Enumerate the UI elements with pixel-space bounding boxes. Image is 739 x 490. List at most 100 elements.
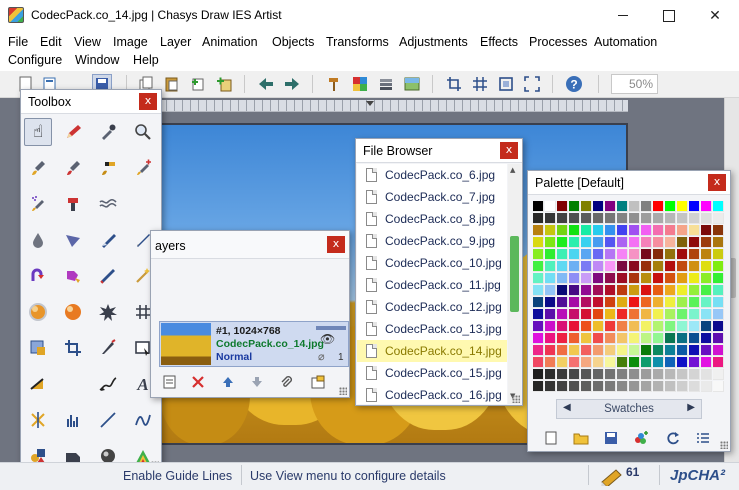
color-swatch[interactable] bbox=[581, 309, 592, 320]
color-swatch[interactable] bbox=[677, 369, 688, 380]
layers-title-bar[interactable]: ayers x bbox=[151, 231, 349, 259]
color-swatch[interactable] bbox=[617, 249, 628, 260]
menu-objects[interactable]: Objects bbox=[272, 35, 314, 49]
move-layer-up-icon[interactable] bbox=[219, 373, 237, 391]
file-list-item[interactable]: CodecPack.co_16.jpg bbox=[357, 384, 507, 404]
color-swatch[interactable] bbox=[653, 225, 664, 236]
color-swatch[interactable] bbox=[617, 273, 628, 284]
color-swatch[interactable] bbox=[593, 381, 604, 392]
spray-tool-icon[interactable] bbox=[24, 190, 52, 218]
color-swatch[interactable] bbox=[569, 237, 580, 248]
color-swatch[interactable] bbox=[701, 321, 712, 332]
color-swatch[interactable] bbox=[569, 357, 580, 368]
effects-brush-icon[interactable] bbox=[59, 154, 87, 182]
menu-adjustments[interactable]: Adjustments bbox=[399, 35, 468, 49]
gradient-tool-icon[interactable] bbox=[24, 370, 52, 398]
color-swatch[interactable] bbox=[713, 345, 724, 356]
color-swatch[interactable] bbox=[617, 297, 628, 308]
color-swatch[interactable] bbox=[605, 213, 616, 224]
color-swatch[interactable] bbox=[641, 381, 652, 392]
color-swatch[interactable] bbox=[641, 273, 652, 284]
layer-blend-mode[interactable]: Normal bbox=[216, 351, 252, 363]
color-swatch[interactable] bbox=[665, 309, 676, 320]
color-swatch[interactable] bbox=[605, 285, 616, 296]
histogram-icon[interactable] bbox=[59, 406, 87, 434]
file-list-item[interactable]: CodecPack.co_7.jpg bbox=[357, 186, 507, 208]
color-swatch[interactable] bbox=[713, 321, 724, 332]
color-swatch[interactable] bbox=[533, 249, 544, 260]
color-swatch[interactable] bbox=[569, 333, 580, 344]
color-swatch[interactable] bbox=[533, 381, 544, 392]
color-swatch[interactable] bbox=[665, 225, 676, 236]
color-swatch[interactable] bbox=[701, 357, 712, 368]
menu-help[interactable]: Help bbox=[133, 53, 159, 67]
color-swatch[interactable] bbox=[605, 333, 616, 344]
color-swatch[interactable] bbox=[629, 357, 640, 368]
color-swatch[interactable] bbox=[701, 345, 712, 356]
color-swatch[interactable] bbox=[533, 357, 544, 368]
file-browser-resize-grip[interactable] bbox=[512, 395, 520, 403]
color-swatch[interactable] bbox=[617, 333, 628, 344]
color-swatch[interactable] bbox=[581, 273, 592, 284]
color-swatch[interactable] bbox=[629, 285, 640, 296]
file-browser-close-button[interactable]: x bbox=[500, 142, 518, 159]
color-swatch[interactable] bbox=[713, 369, 724, 380]
color-swatch[interactable] bbox=[689, 333, 700, 344]
hammer-icon[interactable] bbox=[324, 74, 344, 94]
color-swatch[interactable] bbox=[533, 225, 544, 236]
menu-file[interactable]: File bbox=[8, 35, 28, 49]
palette-title-bar[interactable]: Palette [Default] x bbox=[528, 171, 730, 195]
color-swatch[interactable] bbox=[569, 285, 580, 296]
color-swatch[interactable] bbox=[665, 273, 676, 284]
layer-properties-icon[interactable] bbox=[161, 373, 179, 391]
color-swatch[interactable] bbox=[605, 345, 616, 356]
color-swatch[interactable] bbox=[665, 345, 676, 356]
new-palette-icon[interactable] bbox=[542, 429, 560, 447]
file-list-item-selected[interactable]: CodecPack.co_14.jpg bbox=[357, 340, 507, 362]
color-swatch[interactable] bbox=[593, 369, 604, 380]
paste-new-icon[interactable] bbox=[188, 74, 208, 94]
fit-screen-icon[interactable] bbox=[522, 74, 542, 94]
color-swatch[interactable] bbox=[701, 201, 712, 212]
color-swatch[interactable] bbox=[665, 261, 676, 272]
color-swatch[interactable] bbox=[653, 345, 664, 356]
menu-animation[interactable]: Animation bbox=[202, 35, 258, 49]
color-swatch[interactable] bbox=[653, 369, 664, 380]
color-swatch[interactable] bbox=[593, 333, 604, 344]
color-swatch[interactable] bbox=[593, 285, 604, 296]
crop-canvas-icon[interactable] bbox=[444, 74, 464, 94]
color-swatch[interactable] bbox=[701, 381, 712, 392]
smudge-tool-icon[interactable] bbox=[59, 190, 87, 218]
save-palette-icon[interactable] bbox=[602, 429, 620, 447]
color-swatch[interactable] bbox=[605, 273, 616, 284]
palette-resize-grip[interactable] bbox=[720, 441, 728, 449]
file-list-item[interactable]: CodecPack.co_10.jpg bbox=[357, 252, 507, 274]
color-swatch[interactable] bbox=[677, 309, 688, 320]
color-swatch[interactable] bbox=[689, 369, 700, 380]
color-swatch[interactable] bbox=[641, 333, 652, 344]
color-swatch[interactable] bbox=[617, 213, 628, 224]
file-list-item[interactable]: CodecPack.co_13.jpg bbox=[357, 318, 507, 340]
color-swatch[interactable] bbox=[641, 309, 652, 320]
menu-transforms[interactable]: Transforms bbox=[326, 35, 389, 49]
color-swatch[interactable] bbox=[557, 333, 568, 344]
file-list-scrollbar[interactable]: ▲ ▼ bbox=[508, 164, 521, 404]
color-swatch[interactable] bbox=[701, 309, 712, 320]
color-swatch[interactable] bbox=[605, 261, 616, 272]
color-swatch[interactable] bbox=[677, 213, 688, 224]
layers-stack-icon[interactable] bbox=[376, 74, 396, 94]
add-brush-icon[interactable] bbox=[129, 154, 157, 182]
color-swatch[interactable] bbox=[581, 369, 592, 380]
color-swatch[interactable] bbox=[665, 321, 676, 332]
color-swatch[interactable] bbox=[545, 213, 556, 224]
color-swatch[interactable] bbox=[629, 261, 640, 272]
color-swatch[interactable] bbox=[689, 213, 700, 224]
color-swatch[interactable] bbox=[545, 357, 556, 368]
color-swatch[interactable] bbox=[677, 237, 688, 248]
color-swatch[interactable] bbox=[677, 321, 688, 332]
color-swatch[interactable] bbox=[629, 345, 640, 356]
color-swatch[interactable] bbox=[557, 381, 568, 392]
color-swatch[interactable] bbox=[665, 213, 676, 224]
color-swatch[interactable] bbox=[665, 381, 676, 392]
color-swatch[interactable] bbox=[713, 309, 724, 320]
